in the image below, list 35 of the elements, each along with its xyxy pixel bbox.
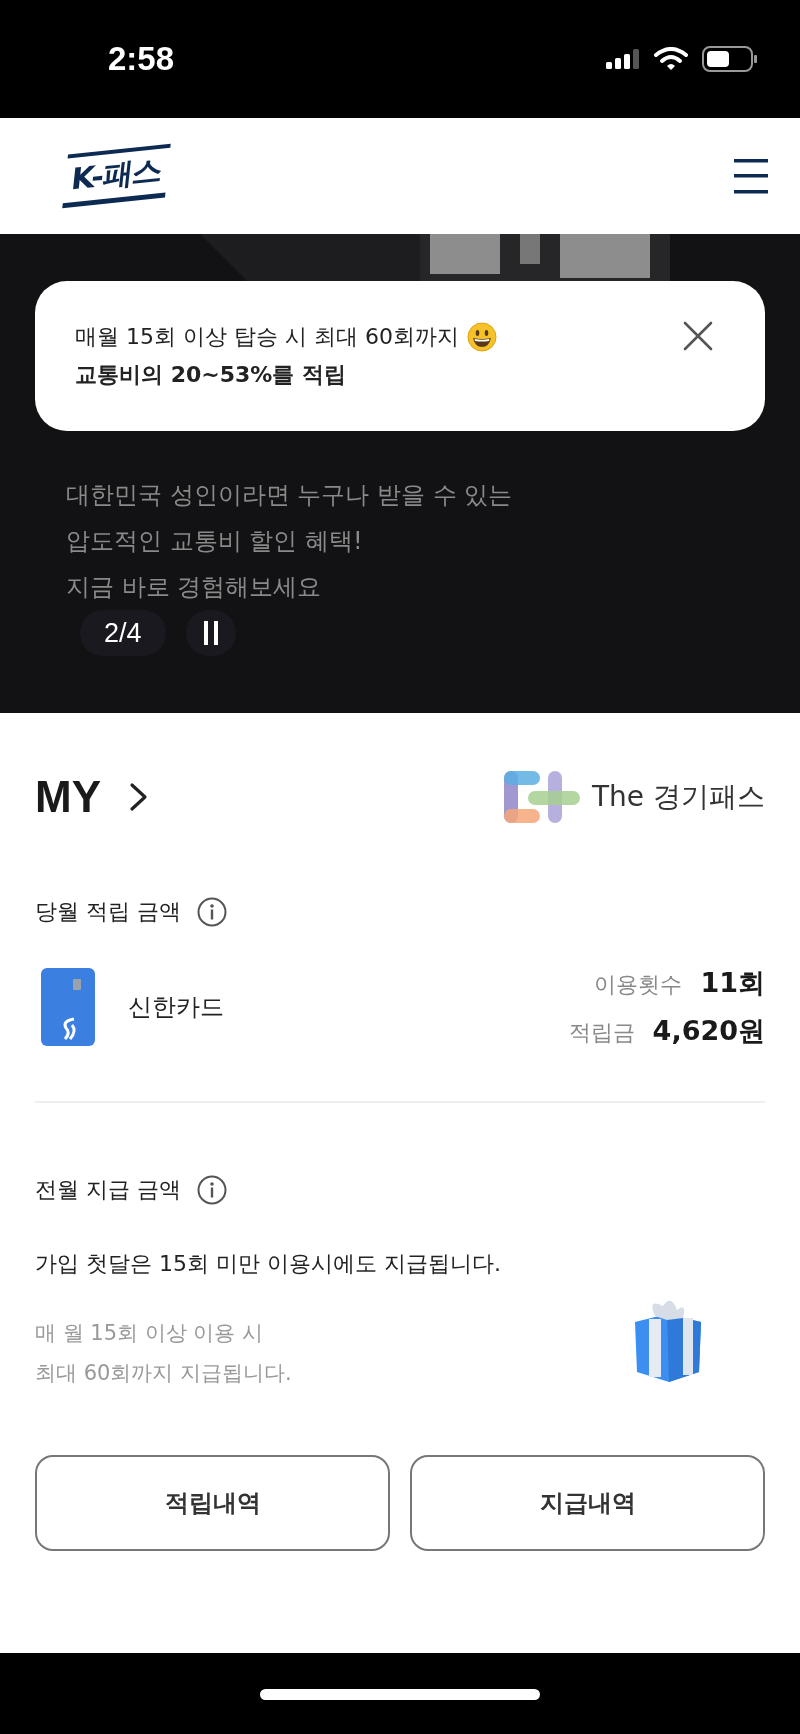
my-link[interactable]: MY (35, 772, 149, 822)
banner-caption: 지금 바로 경험해보세요 (66, 572, 322, 603)
payout-note: 가입 첫달은 15회 미만 이용시에도 지급됩니다. (35, 1250, 501, 1278)
banner-caption: 대한민국 성인이라면 누구나 받을 수 있는 (66, 480, 513, 511)
payout-condition: 최대 60회까지 지급됩니다. (35, 1360, 293, 1387)
payout-condition: 매 월 15회 이상 이용 시 (35, 1320, 265, 1347)
stat-value: 11회 (700, 966, 765, 1000)
credit-card-icon (40, 967, 96, 1047)
history-button[interactable]: 지급내역 (410, 1455, 765, 1551)
stat-label: 적립금 (568, 1019, 635, 1047)
wifi-icon (654, 47, 688, 71)
logo[interactable]: K-패스 (62, 143, 171, 209)
smiley-icon (466, 322, 497, 352)
notice-highlight: 교통비의 20~53%를 적립 (75, 361, 348, 389)
close-icon[interactable] (683, 321, 713, 351)
section-title: 당월 적립 금액 (35, 898, 181, 926)
pause-icon (203, 621, 218, 645)
brand-name: The 경기패스 (592, 779, 765, 815)
banner-caption: 압도적인 교통비 할인 혜택! (66, 526, 363, 557)
info-icon[interactable] (197, 1175, 227, 1205)
status-time: 2:58 (108, 40, 175, 78)
chevron-icon (129, 782, 149, 812)
plus-logo-icon (502, 769, 582, 825)
stat-label: 이용횟수 (594, 971, 683, 999)
menu-icon[interactable] (734, 157, 768, 195)
card-name: 신한카드 (128, 992, 225, 1023)
section-title: 전월 지급 금액 (35, 1176, 181, 1204)
pause-button[interactable] (185, 610, 236, 656)
slide-counter: 2/4 (80, 610, 166, 656)
info-icon[interactable] (197, 897, 227, 927)
signal-icon (606, 49, 640, 69)
notice-text: 매월 15회 이상 탑승 시 최대 60회까지 (75, 323, 459, 351)
history-button[interactable]: 적립내역 (35, 1455, 390, 1551)
stat-value: 4,620원 (652, 1014, 765, 1048)
battery-icon (702, 46, 758, 72)
